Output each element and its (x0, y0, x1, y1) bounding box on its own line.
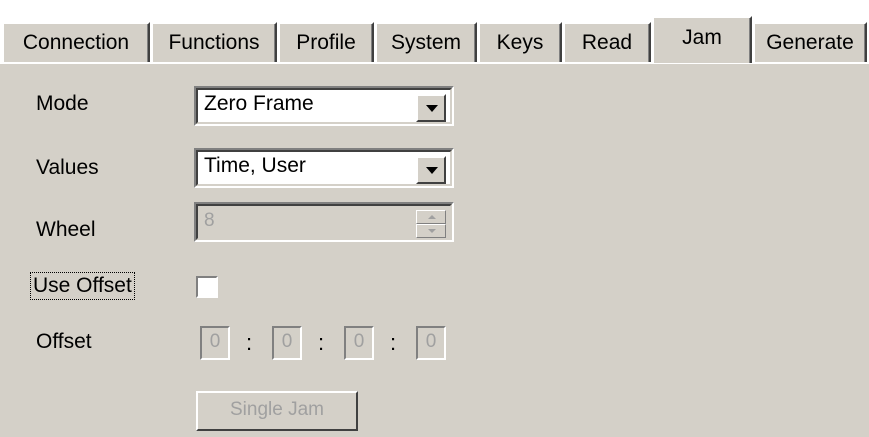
wheel-label: Wheel (36, 218, 96, 241)
offset-minutes-value: 0 (281, 331, 293, 352)
values-dropdown-button[interactable] (416, 156, 446, 184)
use-offset-checkbox[interactable] (196, 276, 218, 298)
mode-label: Mode (36, 92, 89, 115)
mode-select-value: Zero Frame (204, 92, 314, 115)
wheel-spinner-value: 8 (204, 210, 215, 231)
wheel-spinner[interactable]: 8 (194, 202, 454, 242)
offset-separator: : (390, 330, 397, 355)
tab-system[interactable]: System (375, 22, 477, 62)
tab-profile[interactable]: Profile (278, 22, 374, 62)
offset-frames-value: 0 (425, 331, 437, 352)
offset-separator: : (246, 330, 253, 355)
values-select[interactable]: Time, User (194, 148, 454, 188)
spin-up-icon (428, 215, 436, 219)
offset-frames-field[interactable]: 0 (416, 326, 446, 360)
spin-down-icon (428, 229, 436, 233)
offset-hours-value: 0 (209, 331, 221, 352)
offset-label: Offset (36, 330, 92, 353)
chevron-down-icon (426, 105, 438, 112)
values-select-value: Time, User (204, 154, 306, 177)
offset-seconds-field[interactable]: 0 (344, 326, 374, 360)
values-label: Values (36, 156, 99, 179)
tab-connection[interactable]: Connection (2, 22, 150, 62)
offset-minutes-field[interactable]: 0 (272, 326, 302, 360)
spin-up-button[interactable] (416, 210, 446, 224)
tab-strip: Connection Functions Profile System Keys… (0, 16, 869, 63)
tab-generate[interactable]: Generate (753, 22, 867, 62)
use-offset-label[interactable]: Use Offset (30, 272, 135, 300)
tab-functions[interactable]: Functions (151, 22, 277, 62)
offset-separator: : (318, 330, 325, 355)
mode-select[interactable]: Zero Frame (194, 86, 454, 126)
tab-read[interactable]: Read (563, 22, 651, 62)
jam-settings-window: Connection Functions Profile System Keys… (0, 0, 869, 437)
chevron-down-icon (426, 167, 438, 174)
tab-keys[interactable]: Keys (478, 22, 562, 62)
offset-hours-field[interactable]: 0 (200, 326, 230, 360)
wheel-spinner-buttons (416, 210, 446, 238)
spin-down-button[interactable] (416, 224, 446, 238)
jam-panel: Mode Zero Frame Values Time, User Wheel (0, 62, 869, 437)
offset-seconds-value: 0 (353, 331, 365, 352)
single-jam-button[interactable]: Single Jam (196, 391, 358, 431)
mode-dropdown-button[interactable] (416, 94, 446, 122)
tab-jam[interactable]: Jam (652, 16, 752, 63)
